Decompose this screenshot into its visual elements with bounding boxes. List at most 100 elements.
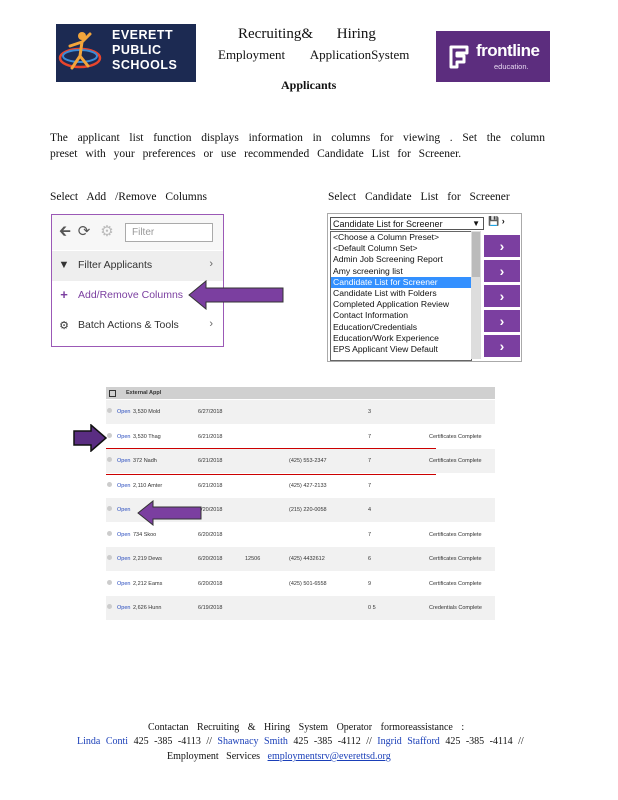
label-candidate-list: Select Candidate List for Screener (328, 191, 510, 203)
row-checkbox[interactable] (107, 432, 112, 438)
batch-actions-item[interactable]: ⚙ Batch Actions & Tools › (52, 311, 223, 341)
table-cell: 6/20/2018 (198, 556, 223, 562)
table-cell: 6/20/2018 (198, 531, 223, 538)
row-checkbox[interactable] (107, 506, 112, 511)
status-link[interactable]: Open (117, 556, 130, 562)
page-title: Recruiting& Hiring (238, 26, 376, 42)
footer-contact-line: Contactan Recruiting & Hiring System Ope… (148, 722, 465, 733)
table-row[interactable]: Open 2,219 Dews 6/20/2018 12506 (425) 443261… (106, 547, 495, 571)
highlight-line (106, 448, 436, 449)
filter-applicants-item[interactable]: ▼ Filter Applicants › (52, 251, 223, 281)
save-icon[interactable]: 💾 (488, 216, 499, 226)
table-cell: 4 (368, 507, 372, 513)
table-cell: 12506 (245, 556, 261, 562)
table-cell: 6/21/2018 (198, 433, 223, 440)
contact-name[interactable]: Linda Conti (77, 736, 128, 747)
table-cell: Certificates Complete (429, 556, 482, 562)
filter-input[interactable]: Filter (125, 223, 213, 242)
email-link[interactable]: employmentsrv@everettsd.org (268, 751, 391, 762)
table-cell: Certificates Complete (429, 433, 482, 440)
footer-contacts: Linda Conti 425 -385 -4113 // Shawnacy S… (77, 736, 524, 747)
row-expand-button[interactable]: › (484, 260, 520, 282)
table-cell: (425) 553-2347 (289, 458, 327, 464)
table-row[interactable]: Open 734 Skoo 6/20/2018 7 Certificates Compl… (106, 523, 495, 547)
preset-option[interactable]: EPS Applicant View Default (331, 344, 471, 355)
refresh-icon[interactable]: ⟳ (76, 224, 92, 240)
row-expand-button[interactable]: › (484, 310, 520, 332)
column-preset-dropdown: Candidate List for Screener ▼ 💾 › <Choos… (327, 213, 522, 362)
preset-option[interactable]: Contact Information (331, 310, 471, 321)
contact-name[interactable]: Ingrid Stafford (377, 736, 440, 747)
row-checkbox[interactable] (107, 555, 112, 560)
table-row[interactable]: Open 3,530 Mold 6/27/2018 3 (106, 400, 495, 424)
row-expand-button[interactable]: › (484, 335, 520, 357)
preset-option[interactable]: Candidate List for Screener (331, 276, 471, 288)
table-cell: Credentials Complete (429, 605, 482, 611)
row-checkbox[interactable] (107, 481, 112, 487)
black-arrow-right-icon (73, 424, 107, 452)
preset-option[interactable]: Amy screening list (331, 266, 471, 277)
row-checkbox[interactable] (107, 408, 112, 413)
table-row[interactable]: Open 2,626 Hunn 6/19/2018 0 5 Credentials Co… (106, 596, 495, 620)
row-expand-button[interactable]: › (484, 285, 520, 307)
frontline-mark-icon (449, 45, 469, 69)
table-cell: 6/21/2018 (198, 458, 223, 464)
frontline-name: frontline (476, 41, 540, 60)
preset-option[interactable]: <Choose a Column Preset> (331, 232, 471, 243)
table-cell: 6 (368, 556, 372, 562)
scrollbar-thumb[interactable] (472, 232, 480, 277)
row-checkbox[interactable] (107, 579, 112, 585)
status-link[interactable]: Open (117, 483, 130, 489)
table-cell: 6/20/2018 (198, 580, 223, 587)
status-link[interactable]: Open (117, 409, 130, 415)
status-link[interactable]: Open (117, 507, 130, 513)
table-cell: Certificates Complete (429, 458, 482, 464)
table-row[interactable]: Open 3,530 Thag 6/21/2018 7 Certificates Com… (106, 425, 495, 449)
table-header: External Appl (106, 387, 495, 399)
preset-option[interactable]: Candidate List with Folders (331, 288, 471, 299)
row-checkbox[interactable] (107, 457, 112, 462)
dropdown-triangle-icon: ▼ (472, 219, 480, 228)
preset-option[interactable]: Education/Credentials (331, 322, 471, 333)
contact-phone: 425 -385 -4113 (133, 736, 201, 747)
purple-arrow-left-icon (188, 280, 284, 310)
preset-option[interactable]: Admin Job Screening Report (331, 254, 471, 265)
row-expand-button[interactable]: › (484, 235, 520, 257)
plus-icon: + (60, 287, 68, 302)
contact-phone: 425 -385 -4114 (445, 736, 513, 747)
status-link[interactable]: Open (117, 605, 130, 611)
row-checkbox[interactable] (107, 604, 112, 609)
status-link[interactable]: Open (117, 581, 130, 587)
column-preset-select[interactable]: Candidate List for Screener ▼ (330, 217, 484, 230)
status-link[interactable]: Open (117, 458, 130, 464)
gear-icon: ⚙ (59, 320, 69, 332)
funnel-icon: ▼ (58, 259, 70, 271)
preset-option[interactable]: Completed Application Review (331, 299, 471, 310)
contact-name[interactable]: Shawnacy Smith (217, 736, 288, 747)
back-arrow-icon[interactable]: 🡰 (57, 224, 73, 240)
table-cell: Certificates Complete (429, 580, 482, 587)
gear-icon[interactable]: ⚙ (99, 224, 115, 240)
table-cell: 3,530 Mold (133, 409, 161, 415)
table-cell: 6/27/2018 (198, 409, 223, 415)
table-row[interactable]: Open 2,212 Eams 6/20/2018 (425) 501-6558 9 Ce… (106, 572, 495, 596)
status-link[interactable]: Open (117, 532, 130, 538)
preset-option[interactable]: <Default Column Set> (331, 243, 471, 254)
table-cell: 7 (368, 531, 372, 538)
logo-figure-icon (58, 32, 102, 70)
preset-option[interactable]: Education/Work Experience (331, 333, 471, 344)
table-cell: Certificates Complete (429, 531, 482, 538)
table-cell: 2,219 Dews (133, 556, 163, 562)
table-cell: 3,530 Thag (133, 433, 161, 440)
status-link[interactable]: Open (117, 434, 130, 440)
table-cell: 2,626 Hunn (133, 605, 162, 611)
select-all-checkbox[interactable] (109, 390, 116, 397)
chevron-right-icon[interactable]: › (502, 216, 505, 226)
chevron-right-icon: › (209, 258, 213, 270)
table-row[interactable]: Open 372 Nadh 6/21/2018 (425) 553-2347 7 Cert… (106, 449, 495, 473)
table-cell: (425) 427-2133 (289, 482, 327, 489)
row-checkbox[interactable] (107, 530, 112, 536)
table-cell: 0 5 (368, 605, 376, 611)
table-cell: 6/19/2018 (198, 605, 223, 611)
table-row[interactable]: Open 2,110 Amter 6/21/2018 (425) 427-2133 7 (106, 474, 495, 498)
